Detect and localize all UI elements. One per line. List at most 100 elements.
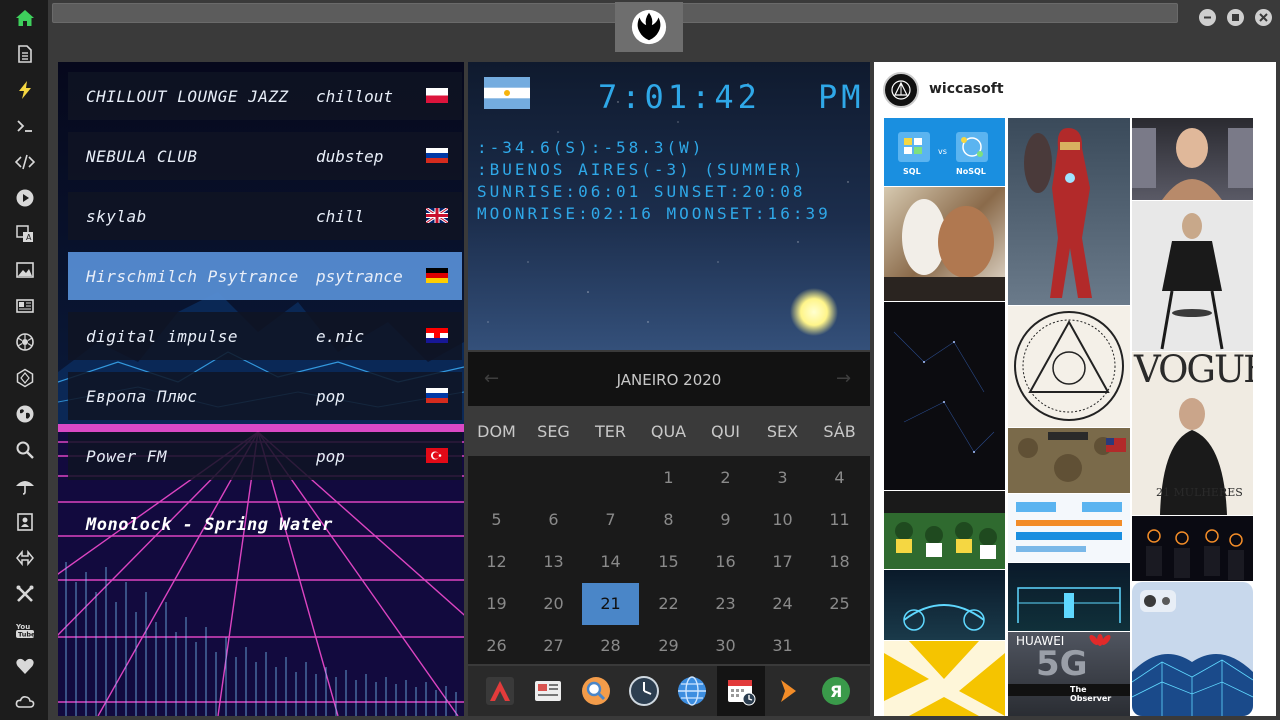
calendar-day[interactable]: 30 (697, 625, 754, 667)
calendar-day[interactable]: 2 (697, 457, 754, 499)
news-icon[interactable] (13, 294, 37, 318)
post-yellow-x[interactable] (884, 641, 1005, 716)
station-row[interactable]: NEBULA CLUB dubstep (68, 132, 462, 180)
rebel-logo-tab[interactable] (615, 2, 683, 52)
cloud-icon[interactable] (13, 690, 37, 714)
weekday-label: QUI (710, 422, 741, 441)
top-bar (50, 0, 1280, 60)
search-icon[interactable] (13, 438, 37, 462)
calendar-day[interactable]: 7 (582, 499, 639, 541)
station-row[interactable]: digital impulse e.nic (68, 312, 462, 360)
station-row[interactable]: CHILLOUT LOUNGE JAZZ chillout (68, 72, 462, 120)
post-iron-woman[interactable] (1008, 118, 1130, 305)
maximize-button[interactable] (1227, 9, 1244, 26)
calendar-day[interactable]: 4 (811, 457, 868, 499)
translate-icon[interactable]: A (13, 222, 37, 246)
post-model-stool[interactable] (1132, 201, 1253, 351)
transfer-icon[interactable] (13, 546, 37, 570)
umbrella-icon[interactable] (13, 474, 37, 498)
yandex-app-icon[interactable]: Я (820, 675, 852, 707)
post-star-map[interactable] (884, 302, 1005, 490)
post-huawei-5g[interactable]: HUAWEI 5G The Observer (1008, 632, 1130, 716)
post-football[interactable] (884, 491, 1005, 569)
post-phone-case[interactable] (1132, 582, 1253, 716)
post-tron-bike[interactable] (884, 570, 1005, 640)
news-app-icon[interactable] (532, 675, 564, 707)
calendar-day[interactable]: 27 (525, 625, 582, 667)
post-sql-nosql[interactable]: SQL vs NoSQL (884, 118, 1005, 186)
play-icon[interactable] (13, 186, 37, 210)
post-diagram[interactable] (1008, 494, 1130, 562)
svg-text:Я: Я (830, 682, 842, 701)
calendar-day[interactable]: 14 (582, 541, 639, 583)
document-icon[interactable] (13, 42, 37, 66)
station-row[interactable]: Power FM pop (68, 432, 462, 480)
post-photo[interactable] (884, 187, 1005, 301)
calendar-day[interactable]: 31 (754, 625, 811, 667)
lightning-icon[interactable] (13, 78, 37, 102)
station-genre: e.nic (316, 326, 365, 346)
profile-username[interactable]: wiccasoft (929, 81, 1004, 97)
code-icon[interactable] (13, 150, 37, 174)
calendar-day[interactable]: 16 (697, 541, 754, 583)
hexagon-icon[interactable] (13, 366, 37, 390)
close-button[interactable] (1255, 9, 1272, 26)
post-cyberpunk-woman[interactable] (1132, 118, 1253, 200)
youtube-icon[interactable]: You Tube (13, 618, 37, 642)
calendar-day[interactable]: 10 (754, 499, 811, 541)
post-vogue-cover[interactable]: VOGUE 21 MULHERES (1132, 352, 1253, 515)
next-month-button[interactable]: → (836, 368, 851, 389)
calendar-day[interactable]: 28 (582, 625, 639, 667)
avatar[interactable] (883, 72, 919, 108)
weekday-label: SÁB (823, 422, 856, 441)
heart-icon[interactable] (13, 654, 37, 678)
post-space-force[interactable] (1008, 428, 1130, 493)
post-tron-arena[interactable] (1008, 563, 1130, 631)
calendar-day[interactable]: 12 (468, 541, 525, 583)
calendar-day[interactable]: 29 (640, 625, 697, 667)
home-icon[interactable] (13, 6, 37, 30)
arrow-app-icon[interactable] (772, 675, 804, 707)
globe-app-icon[interactable] (676, 675, 708, 707)
calendar-day[interactable]: 5 (468, 499, 525, 541)
contact-icon[interactable] (13, 510, 37, 534)
post-tron-figures[interactable] (1132, 516, 1253, 581)
calendar-day[interactable]: 9 (697, 499, 754, 541)
calendar-day[interactable]: 24 (754, 583, 811, 625)
calendar-day[interactable]: 8 (640, 499, 697, 541)
tools-icon[interactable] (13, 582, 37, 606)
calendar-day[interactable]: 15 (640, 541, 697, 583)
adobe-icon[interactable] (484, 675, 516, 707)
calendar-day[interactable]: 11 (811, 499, 868, 541)
calendar-day[interactable]: 13 (525, 541, 582, 583)
calendar-app-icon[interactable] (725, 675, 757, 707)
now-playing-title: Monolock - Spring Water (86, 515, 333, 535)
station-row[interactable]: skylab chill (68, 192, 462, 240)
calendar-day[interactable]: 22 (640, 583, 697, 625)
station-row-active[interactable]: Hirschmilch Psytrance psytrance (68, 252, 462, 300)
calendar-day[interactable]: 1 (640, 457, 697, 499)
image-icon[interactable] (13, 258, 37, 282)
aperture-icon[interactable] (13, 330, 37, 354)
calendar-day[interactable]: 17 (754, 541, 811, 583)
argentina-flag-icon (484, 77, 530, 109)
calendar-day[interactable]: 19 (468, 583, 525, 625)
calendar-day[interactable]: 3 (754, 457, 811, 499)
clock-app-icon[interactable] (628, 675, 660, 707)
terminal-icon[interactable] (13, 114, 37, 138)
calendar-day[interactable]: 6 (525, 499, 582, 541)
calendar-day-today[interactable]: 21 (582, 583, 639, 625)
search-app-icon[interactable] (580, 675, 612, 707)
weekday-label: TER (595, 422, 626, 441)
calendar-day[interactable]: 23 (697, 583, 754, 625)
weekday-label: QUA (650, 422, 687, 441)
profile-header: wiccasoft (874, 62, 1276, 114)
calendar-day[interactable]: 25 (811, 583, 868, 625)
calendar-day[interactable]: 18 (811, 541, 868, 583)
calendar-day[interactable]: 20 (525, 583, 582, 625)
minimize-button[interactable] (1199, 9, 1216, 26)
station-row[interactable]: Европа Плюс pop (68, 372, 462, 420)
calendar-day[interactable]: 26 (468, 625, 525, 667)
globe-icon[interactable] (13, 402, 37, 426)
post-occult-symbol[interactable] (1008, 306, 1130, 427)
